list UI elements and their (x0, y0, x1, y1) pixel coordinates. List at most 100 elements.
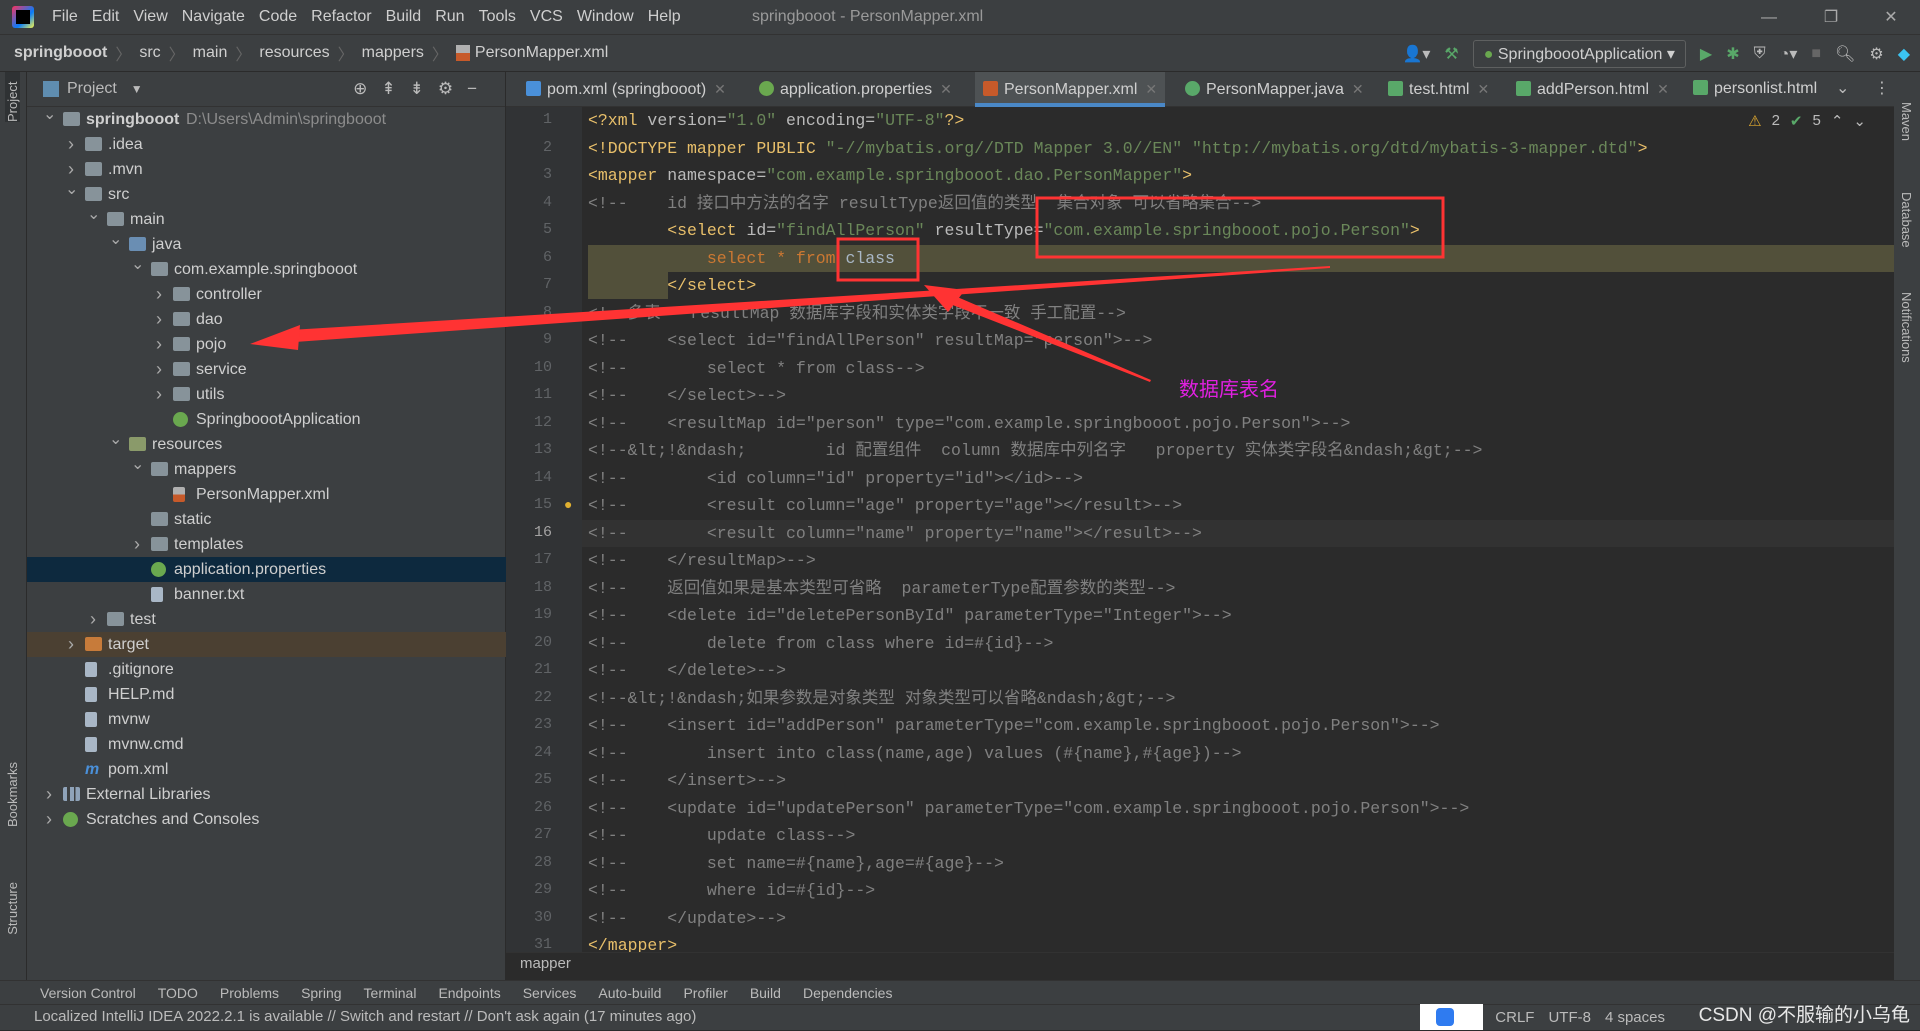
close-tab-icon[interactable]: ✕ (1352, 81, 1364, 97)
breadcrumb-item[interactable]: main (193, 44, 228, 62)
menu-vcs[interactable]: VCS (530, 8, 563, 26)
menu-help[interactable]: Help (648, 8, 681, 26)
menu-file[interactable]: File (52, 8, 78, 26)
breadcrumb-item[interactable]: resources (259, 44, 329, 62)
breadcrumb-item[interactable]: src (139, 44, 160, 62)
tree-item[interactable]: › dao (27, 307, 506, 332)
tree-item[interactable]: static (27, 507, 506, 532)
line-separator-widget[interactable]: CRLF (1495, 1009, 1534, 1026)
tool-window-profiler[interactable]: Profiler (683, 985, 727, 1001)
tree-item[interactable]: ⌄ mappers (27, 456, 506, 482)
tree-item[interactable]: › utils (27, 382, 506, 407)
tree-item[interactable]: mvnw.cmd (27, 732, 506, 757)
tree-item[interactable]: ⌄ springbooot D:\Users\Admin\springbooot (27, 106, 506, 132)
build-hammer-icon[interactable]: ⚒ (1444, 44, 1458, 64)
chevron-down-icon[interactable]: ⌄ (43, 102, 56, 127)
chevron-down-icon[interactable]: ⌄ (109, 227, 122, 252)
menu-window[interactable]: Window (577, 8, 634, 26)
tab-pom-xml-springbooot-[interactable]: pom.xml (springbooot) ✕ (518, 72, 734, 107)
tab-application-properties[interactable]: application.properties ✕ (751, 72, 960, 107)
editor-breadcrumb[interactable]: mapper (506, 952, 1894, 980)
panel-actions[interactable]: ⊕⇞⇟⚙− (353, 79, 491, 99)
restore-button[interactable]: ❐ (1808, 4, 1854, 32)
breadcrumb-item[interactable]: springbooot (14, 44, 107, 62)
vcs-user-icon[interactable]: 👤▾ (1402, 44, 1430, 64)
tab-personlist-html[interactable]: personlist.html (1685, 72, 1825, 107)
tool-window-terminal[interactable]: Terminal (364, 985, 417, 1001)
tree-item[interactable]: › service (27, 357, 506, 382)
tree-item[interactable]: application.properties (27, 557, 506, 582)
database-tool-tab[interactable]: Database (1899, 192, 1914, 248)
tree-item[interactable]: mvnw (27, 707, 506, 732)
toolbox-icon[interactable]: ◆ (1898, 44, 1910, 64)
close-tab-icon[interactable]: ✕ (1145, 81, 1157, 97)
chevron-right-icon[interactable]: › (65, 632, 77, 657)
chevron-right-icon[interactable]: › (153, 357, 165, 382)
status-message[interactable]: Localized IntelliJ IDEA 2022.2.1 is avai… (34, 1008, 696, 1025)
close-tab-icon[interactable]: ✕ (714, 81, 726, 97)
tree-item[interactable]: ⌄ resources (27, 431, 506, 457)
chevron-down-icon[interactable]: ⌄ (131, 452, 144, 477)
tab-personmapper-java[interactable]: PersonMapper.java ✕ (1177, 72, 1372, 107)
tree-item[interactable]: › External Libraries (27, 782, 506, 807)
gear-icon[interactable]: ⚙ (1869, 44, 1883, 64)
chevron-right-icon[interactable]: › (153, 382, 165, 407)
chevron-down-icon[interactable]: ⌄ (109, 427, 122, 452)
menu-run[interactable]: Run (435, 8, 464, 26)
next-highlight-icon[interactable]: ⌄ (1853, 112, 1866, 130)
project-tool-tab[interactable]: Project (5, 72, 20, 122)
minimize-button[interactable]: — (1746, 4, 1792, 32)
encoding-widget[interactable]: UTF-8 (1548, 1009, 1591, 1026)
search-icon[interactable]: 🔍︎ (1835, 44, 1855, 64)
notifications-tool-tab[interactable]: Notifications (1899, 292, 1914, 363)
stop-icon[interactable]: ■ (1811, 45, 1821, 63)
chevron-right-icon[interactable]: › (43, 782, 55, 807)
prev-highlight-icon[interactable]: ⌃ (1831, 112, 1844, 130)
project-view-select[interactable]: Project (67, 80, 117, 98)
structure-tool-tab[interactable]: Structure (5, 882, 20, 935)
menu-refactor[interactable]: Refactor (311, 8, 371, 26)
debug-icon[interactable]: ✱ (1726, 44, 1739, 64)
tool-window-problems[interactable]: Problems (220, 985, 279, 1001)
profile-icon[interactable]: ◔▾ (1780, 44, 1798, 64)
maven-tool-tab[interactable]: Maven (1899, 102, 1914, 141)
run-configuration-select[interactable]: ● SpringboootApplication ▾ (1472, 39, 1686, 68)
tree-item[interactable]: ⌄ main (27, 206, 506, 232)
tool-window-build[interactable]: Build (750, 985, 781, 1001)
chevron-right-icon[interactable]: › (153, 332, 165, 357)
chevron-right-icon[interactable]: › (153, 307, 165, 332)
tabs-overflow-icon[interactable]: ⌄ (1836, 78, 1849, 98)
tree-item[interactable]: PersonMapper.xml (27, 482, 506, 507)
chevron-down-icon[interactable]: ⌄ (131, 252, 144, 277)
tool-window-endpoints[interactable]: Endpoints (438, 985, 500, 1001)
tree-item[interactable]: › .idea (27, 132, 506, 157)
tool-window-version-control[interactable]: Version Control (40, 985, 136, 1001)
tool-window-spring[interactable]: Spring (301, 985, 341, 1001)
more-options-icon[interactable]: ⋮ (1874, 78, 1890, 98)
tree-item[interactable]: › controller (27, 282, 506, 307)
tree-item[interactable]: ⌄ java (27, 231, 506, 257)
breadcrumb-item[interactable]: mappers (362, 44, 424, 62)
tree-item[interactable]: ⌄ com.example.springbooot (27, 256, 506, 282)
chevron-right-icon[interactable]: › (87, 607, 99, 632)
coverage-icon[interactable]: ⛨ (1754, 45, 1766, 63)
tool-window-auto-build[interactable]: Auto-build (598, 985, 661, 1001)
indent-widget[interactable]: 4 spaces (1605, 1009, 1665, 1026)
tree-item[interactable]: SpringboootApplication (27, 407, 506, 432)
chevron-right-icon[interactable]: › (153, 282, 165, 307)
tool-window-services[interactable]: Services (523, 985, 577, 1001)
menu-view[interactable]: View (133, 8, 167, 26)
chevron-down-icon[interactable]: ⌄ (87, 202, 100, 227)
chevron-right-icon[interactable]: › (65, 132, 77, 157)
menu-edit[interactable]: Edit (92, 8, 120, 26)
tool-window-dependencies[interactable]: Dependencies (803, 985, 893, 1001)
tree-item[interactable]: › templates (27, 532, 506, 557)
tree-item[interactable]: › target (27, 632, 506, 657)
run-icon[interactable]: ▶ (1700, 44, 1712, 64)
bookmarks-tool-tab[interactable]: Bookmarks (5, 762, 20, 827)
tool-window-todo[interactable]: TODO (158, 985, 198, 1001)
code-editor[interactable]: 1 2 3 4 5 6 7 8 9 10 11 12 13 14 15 16 17 18 19 20 21 22 23 24 2… (506, 107, 1894, 952)
menu-tools[interactable]: Tools (479, 8, 516, 26)
tree-item[interactable]: m pom.xml (27, 757, 506, 782)
tab-personmapper-xml[interactable]: PersonMapper.xml ✕ (975, 72, 1166, 107)
